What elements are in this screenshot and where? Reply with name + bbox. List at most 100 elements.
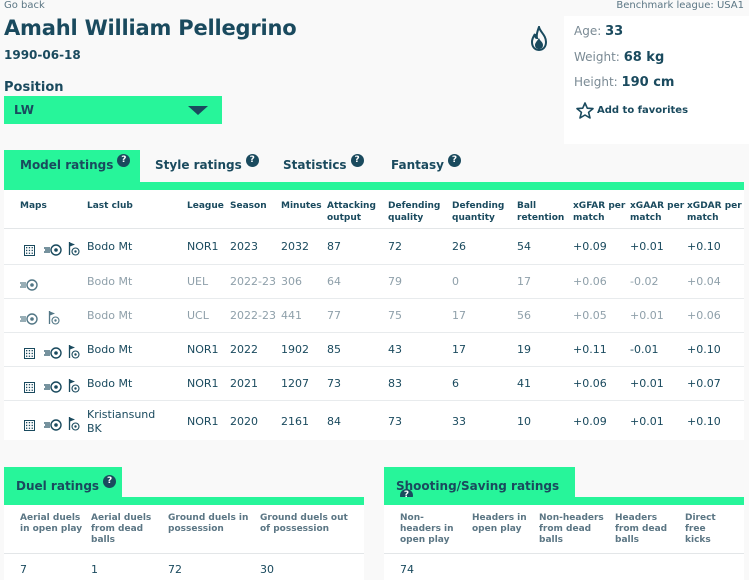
position-label: Position — [4, 80, 64, 95]
corner-flag-ball-icon[interactable] — [48, 310, 60, 329]
help-icon[interactable]: ? — [103, 475, 117, 488]
cell-xgaar: +0.01 — [630, 309, 664, 322]
go-back-link[interactable]: Go back — [4, 0, 45, 11]
cell-season: 2022-23 — [230, 309, 276, 322]
heatmap-grid-icon[interactable] — [24, 378, 35, 397]
shooting-ratings-panel: Non-headers in open play Headers in open… — [384, 505, 744, 580]
weight-row: Weight: 68 kg — [574, 50, 665, 65]
corner-flag-ball-icon[interactable] — [68, 378, 80, 397]
shot-ball-icon[interactable] — [44, 241, 62, 260]
heatmap-grid-icon[interactable] — [24, 416, 35, 435]
col-header-xgaar: xGAAR per match — [630, 201, 685, 223]
cell-defn: 17 — [452, 343, 466, 356]
table-row[interactable]: Bodo Mt NOR1 2023 2032 87 72 26 54 +0.09 +0.01 +0.… — [4, 229, 744, 265]
cell-league: UEL — [187, 275, 209, 288]
cell-defq: 73 — [388, 415, 402, 428]
shot-ball-icon[interactable] — [20, 310, 38, 329]
cell-league: UCL — [187, 309, 209, 322]
duel-col-aerial-dead: Aerial duels from dead balls — [91, 513, 152, 545]
shot-ball-icon[interactable] — [44, 344, 62, 363]
cell-defq: 43 — [388, 343, 402, 356]
cell-defq: 75 — [388, 309, 402, 322]
cell-minutes: 1207 — [281, 377, 309, 390]
tab-statistics[interactable]: Statistics? — [283, 150, 364, 182]
fire-icon — [530, 26, 548, 52]
cell-minutes: 2161 — [281, 415, 309, 428]
heatmap-grid-icon[interactable] — [24, 344, 35, 363]
table-row[interactable]: Bodo Mt NOR1 2021 1207 73 83 6 41 +0.06 +0.01 +0.0… — [4, 367, 744, 401]
shoot-col-headers-open: Headers in open play — [472, 513, 527, 534]
cell-defn: 0 — [452, 275, 459, 288]
duel-col-ground-in: Ground duels in possession — [168, 513, 249, 534]
shoot-col-nonheaders-dead: Non-headers from dead balls — [539, 513, 604, 545]
tab-style-ratings[interactable]: Style ratings? — [155, 150, 259, 182]
cell-club[interactable]: Bodo Mt — [87, 309, 132, 323]
cell-xgdar: +0.10 — [687, 240, 721, 253]
cell-defn: 17 — [452, 309, 466, 322]
tab-model-ratings[interactable]: Model ratings? — [4, 150, 140, 182]
height-row: Height: 190 cm — [574, 75, 675, 90]
help-icon[interactable]: ? — [245, 154, 259, 167]
add-to-favorites-label: Add to favorites — [597, 105, 689, 116]
col-header-season: Season — [230, 201, 267, 211]
cell-defq: 79 — [388, 275, 402, 288]
shot-ball-icon[interactable] — [44, 378, 62, 397]
cell-club[interactable]: Bodo Mt — [87, 343, 132, 357]
table-row[interactable]: Bodo Mt NOR1 2022 1902 85 43 17 19 +0.11 -0.01 +0.… — [4, 333, 744, 367]
cell-xgfar: +0.06 — [573, 275, 607, 288]
position-dropdown[interactable]: LW — [4, 96, 222, 124]
col-header-last-club: Last club — [87, 201, 133, 211]
duel-col-ground-out: Ground duels out of possession — [260, 513, 348, 534]
col-header-minutes: Minutes — [281, 201, 322, 211]
cell-ret: 56 — [517, 309, 531, 322]
shoot-col-headers-dead: Headers from dead balls — [615, 513, 668, 545]
col-header-league: League — [187, 201, 224, 211]
shooting-divider — [384, 553, 744, 554]
help-icon[interactable]: ? — [447, 154, 461, 167]
cell-season: 2020 — [230, 415, 258, 428]
table-row[interactable]: Bodo Mt UEL 2022-23 306 64 79 0 17 +0.06 -0.02 +0.… — [4, 265, 744, 299]
cell-defn: 6 — [452, 377, 459, 390]
tab-fantasy[interactable]: Fantasy? — [391, 150, 461, 182]
col-header-xgdar: xGDAR per match — [687, 201, 742, 223]
cell-minutes: 441 — [281, 309, 302, 322]
corner-flag-ball-icon[interactable] — [68, 241, 80, 260]
cell-xgaar: +0.01 — [630, 377, 664, 390]
table-row[interactable]: Kristiansund BK NOR1 2020 2161 84 73 33 10 +0.09… — [4, 401, 744, 440]
tab-underline-bar — [4, 182, 744, 190]
col-header-attacking-output: Attacking output — [327, 201, 376, 223]
model-ratings-table: Maps Last club League Season Minutes Att… — [4, 190, 744, 440]
cell-league: NOR1 — [187, 343, 219, 356]
heatmap-grid-icon[interactable] — [24, 241, 35, 260]
cell-xgdar: +0.07 — [687, 377, 721, 390]
cell-club[interactable]: Bodo Mt — [87, 377, 132, 391]
cell-defn: 33 — [452, 415, 466, 428]
table-row[interactable]: Bodo Mt UCL 2022-23 441 77 75 17 56 +0.05 +0.01 +0… — [4, 299, 744, 333]
cell-xgdar: +0.10 — [687, 343, 721, 356]
cell-season: 2023 — [230, 240, 258, 253]
duel-col-aerial-open: Aerial duels in open play — [20, 513, 83, 534]
cell-ret: 19 — [517, 343, 531, 356]
help-icon[interactable]: ? — [117, 154, 131, 167]
cell-xgaar: +0.01 — [630, 240, 664, 253]
cell-club[interactable]: Bodo Mt — [87, 275, 132, 289]
corner-flag-ball-icon[interactable] — [68, 416, 80, 435]
cell-defq: 72 — [388, 240, 402, 253]
duel-ratings-panel: Aerial duels in open play Aerial duels f… — [4, 505, 364, 580]
cell-ret: 17 — [517, 275, 531, 288]
col-header-xgfar: xGFAR per match — [573, 201, 626, 223]
cell-club[interactable]: Bodo Mt — [87, 240, 132, 254]
cell-club[interactable]: Kristiansund BK — [87, 408, 167, 436]
cell-att: 87 — [327, 240, 341, 253]
help-icon[interactable]: ? — [350, 154, 364, 167]
shot-ball-icon[interactable] — [44, 416, 62, 435]
corner-flag-ball-icon[interactable] — [68, 344, 80, 363]
age-row: Age: 33 — [574, 24, 624, 39]
cell-xgfar: +0.05 — [573, 309, 607, 322]
shot-ball-icon[interactable] — [20, 276, 38, 295]
shoot-col-free-kicks: Direct free kicks — [685, 513, 716, 545]
col-header-defending-quantity: Defending quantity — [452, 201, 505, 223]
shoot-col-nonheaders-open: Non-headers in open play — [400, 513, 454, 545]
add-to-favorites-button[interactable]: Add to favorites — [576, 102, 688, 119]
cell-ret: 10 — [517, 415, 531, 428]
